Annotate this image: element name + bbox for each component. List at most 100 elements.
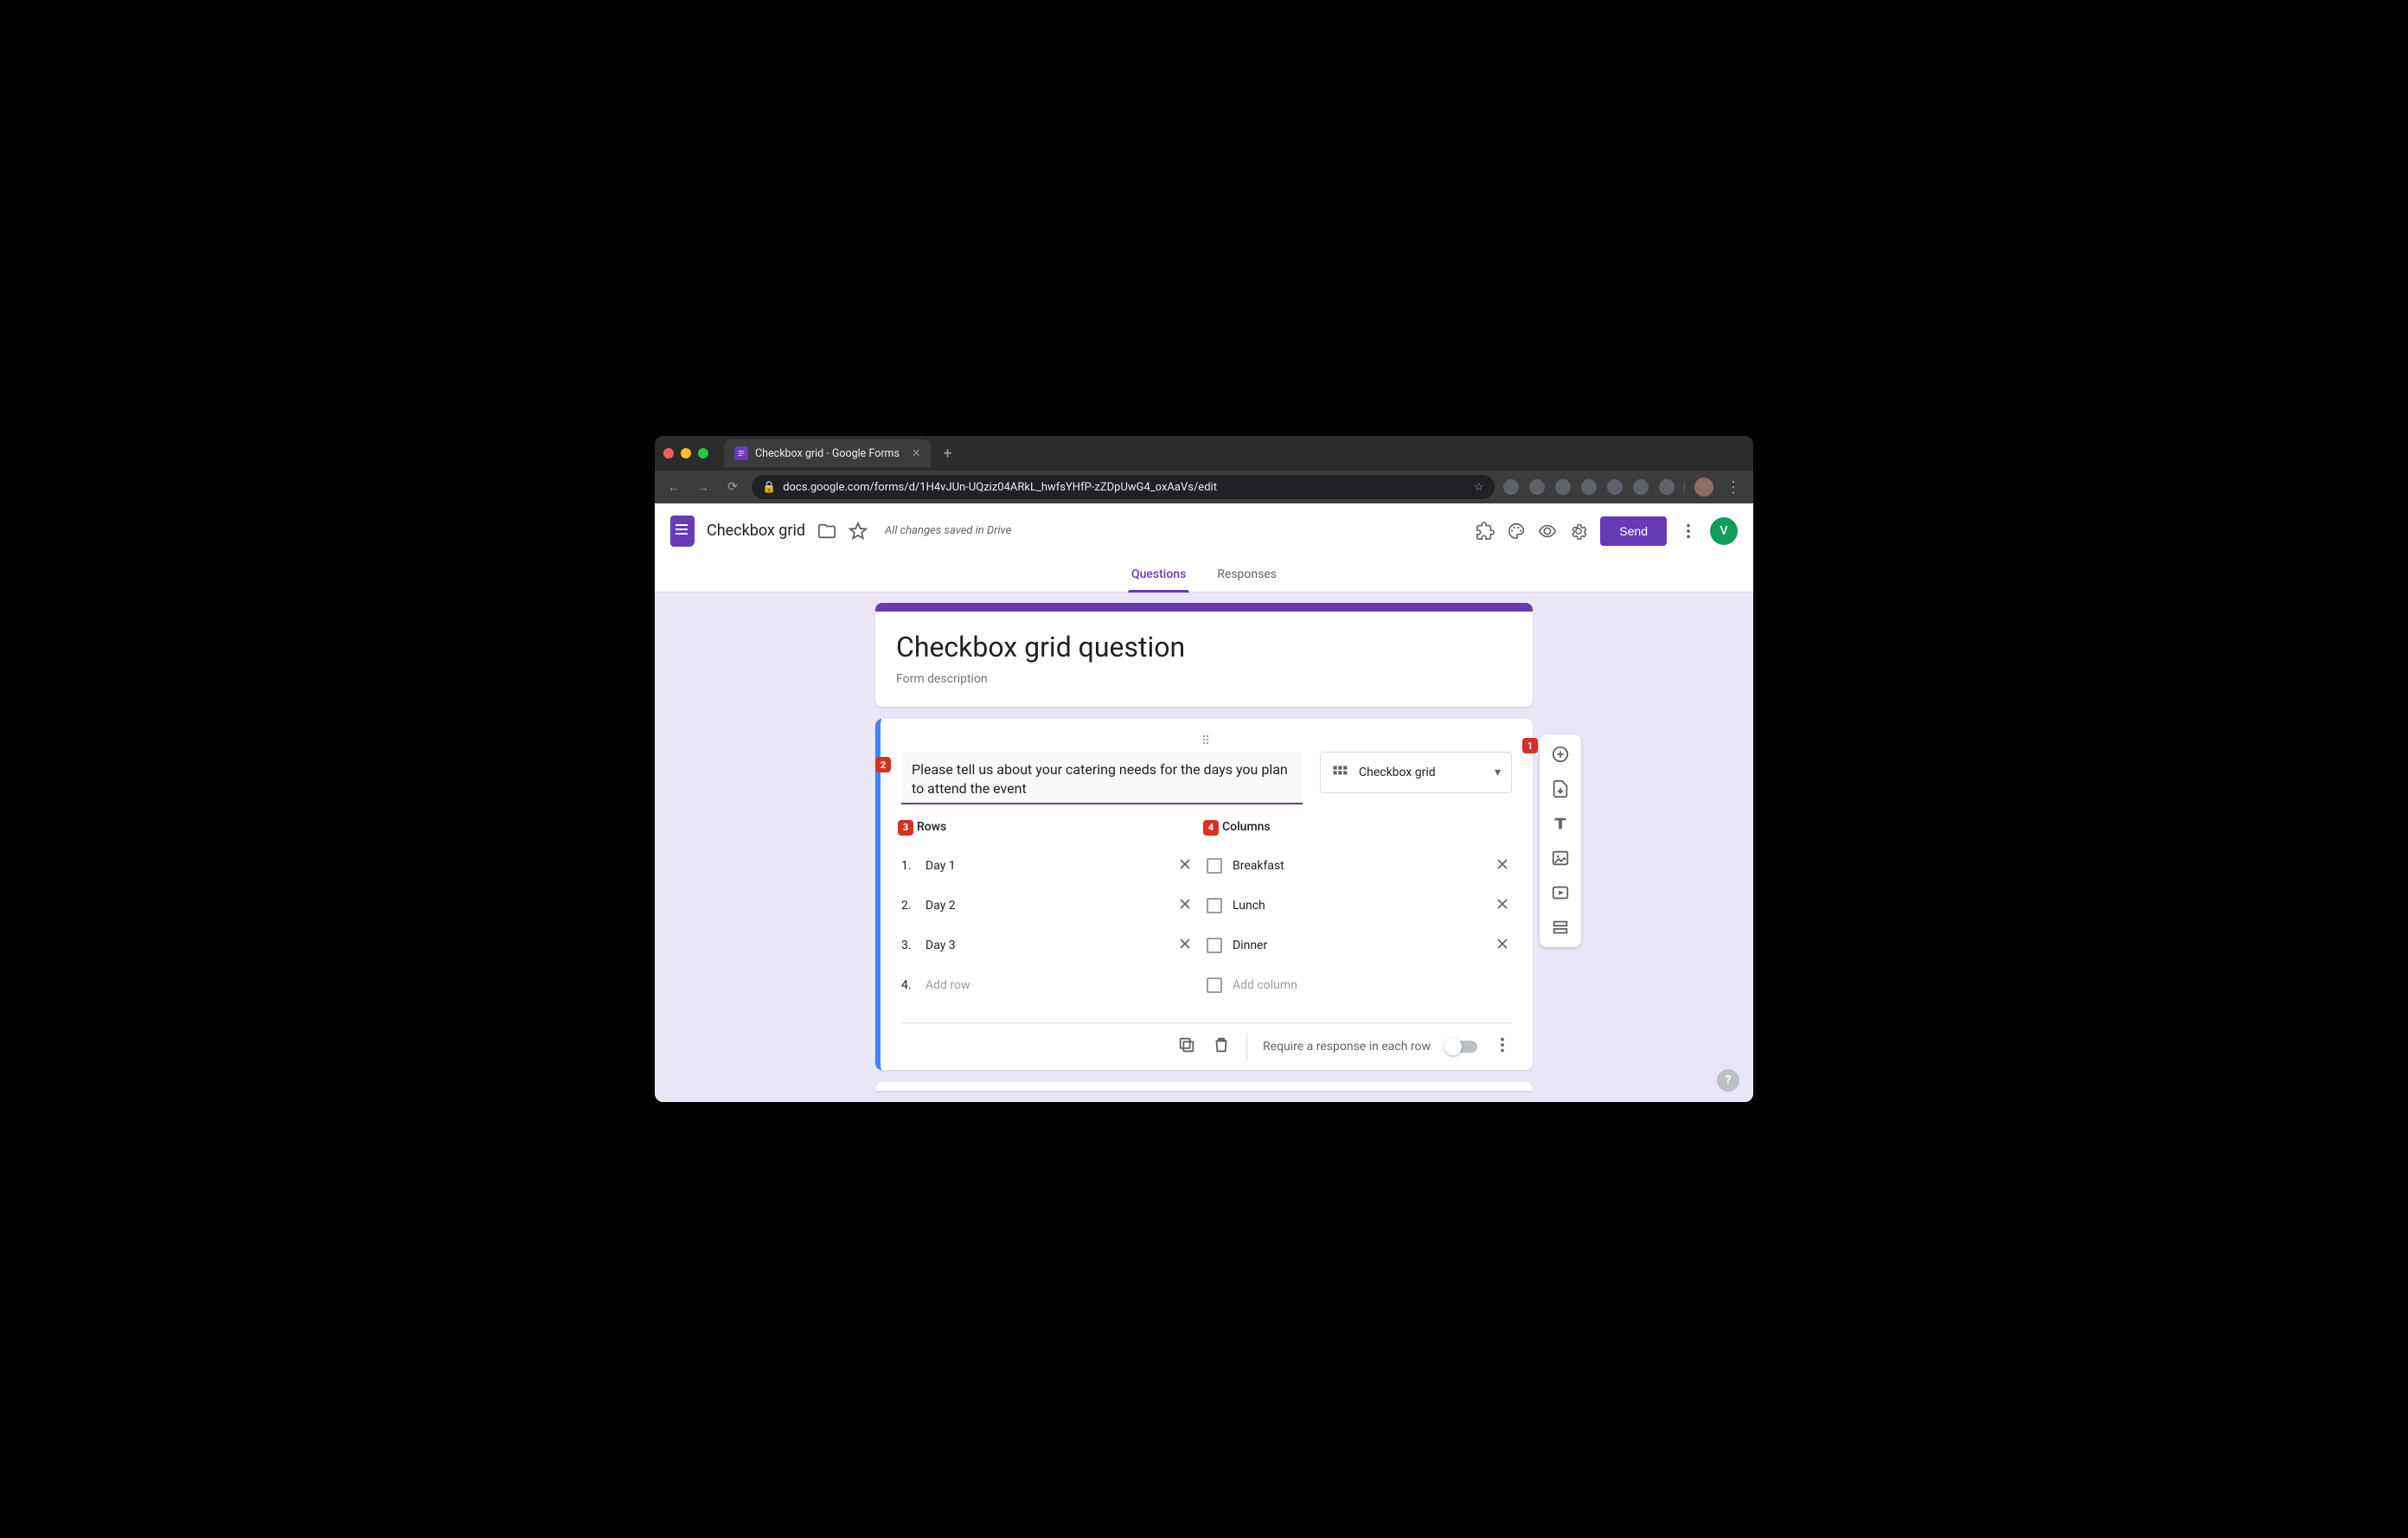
add-video-icon[interactable] <box>1551 883 1570 902</box>
checkbox-icon <box>1207 858 1222 874</box>
duplicate-icon[interactable] <box>1177 1035 1196 1058</box>
back-button[interactable]: ← <box>663 480 684 495</box>
add-row-label: Add row <box>925 978 1167 992</box>
add-column[interactable]: Add column <box>1207 965 1512 1005</box>
form-header-card[interactable]: Checkbox grid question Form description <box>875 603 1533 707</box>
move-to-folder-icon[interactable] <box>817 522 836 541</box>
send-button[interactable]: Send <box>1600 516 1667 546</box>
palette-icon[interactable] <box>1507 522 1526 541</box>
profile-avatar[interactable] <box>1694 477 1713 497</box>
bookmark-star-icon[interactable]: ☆ <box>1474 481 1484 494</box>
settings-gear-icon[interactable] <box>1569 522 1588 541</box>
lock-icon: 🔒 <box>762 481 776 494</box>
question-type-label: Checkbox grid <box>1359 766 1436 779</box>
tab-responses[interactable]: Responses <box>1214 559 1280 592</box>
question-type-dropdown[interactable]: Checkbox grid ▾ <box>1320 752 1512 793</box>
row-number: 2. <box>901 899 917 913</box>
row-label[interactable]: Day 3 <box>925 939 1167 952</box>
save-status: All changes saved in Drive <box>885 524 1011 537</box>
form-canvas: Checkbox grid question Form description … <box>655 593 1753 1102</box>
tab-questions[interactable]: Questions <box>1128 559 1189 592</box>
checkbox-icon <box>1207 898 1222 913</box>
drag-handle-icon[interactable]: ⠿ <box>901 734 1512 748</box>
preview-icon[interactable] <box>1538 522 1557 541</box>
column-label[interactable]: Breakfast <box>1233 859 1483 873</box>
forward-button[interactable]: → <box>693 480 714 495</box>
extension-icon[interactable] <box>1529 479 1545 495</box>
extension-icon[interactable] <box>1555 479 1571 495</box>
row-number: 1. <box>901 859 917 873</box>
question-footer: Require a response in each row <box>901 1022 1512 1070</box>
extension-icon[interactable] <box>1581 479 1597 495</box>
dropdown-caret-icon: ▾ <box>1495 766 1501 779</box>
tab-title: Checkbox grid - Google Forms <box>755 447 900 460</box>
extension-icon[interactable] <box>1659 479 1675 495</box>
browser-menu-icon[interactable]: ⋮ <box>1722 478 1745 497</box>
close-tab-icon[interactable]: ✕ <box>912 446 920 460</box>
rows-column: 3 Rows 1. Day 1 2. Day 2 <box>901 820 1207 1005</box>
row-label[interactable]: Day 1 <box>925 859 1167 873</box>
column-label[interactable]: Dinner <box>1233 939 1483 952</box>
account-avatar[interactable]: V <box>1710 517 1738 545</box>
grid-editor: 3 Rows 1. Day 1 2. Day 2 <box>901 820 1512 1005</box>
document-title[interactable]: Checkbox grid <box>707 522 805 540</box>
annotation-badge-4: 4 <box>1203 820 1219 836</box>
window-controls <box>663 448 708 458</box>
next-card-peek <box>875 1082 1533 1091</box>
star-icon[interactable] <box>849 522 868 541</box>
delete-icon[interactable] <box>1212 1035 1231 1058</box>
remove-column-icon[interactable] <box>1493 895 1512 916</box>
add-title-icon[interactable] <box>1551 814 1570 833</box>
question-text[interactable]: Please tell us about your catering needs… <box>912 760 1292 799</box>
divider <box>1246 1034 1247 1060</box>
question-text-field[interactable]: 2 Please tell us about your catering nee… <box>901 752 1303 804</box>
add-section-icon[interactable] <box>1551 918 1570 937</box>
add-image-icon[interactable] <box>1551 849 1570 868</box>
remove-column-icon[interactable] <box>1493 856 1512 876</box>
form-title[interactable]: Checkbox grid question <box>896 631 1512 663</box>
address-bar[interactable]: 🔒 docs.google.com/forms/d/1H4vJUn-UQziz0… <box>752 475 1495 499</box>
columns-heading: 4 Columns <box>1222 820 1271 834</box>
column-item: Breakfast <box>1207 846 1512 886</box>
require-response-toggle[interactable] <box>1446 1041 1477 1053</box>
add-column-label: Add column <box>1233 978 1512 992</box>
addons-icon[interactable] <box>1476 522 1495 541</box>
remove-row-icon[interactable] <box>1175 856 1194 876</box>
row-item: 3. Day 3 <box>901 926 1207 965</box>
question-more-icon[interactable] <box>1493 1035 1512 1058</box>
extension-icon[interactable] <box>1503 479 1519 495</box>
remove-row-icon[interactable] <box>1175 935 1194 956</box>
annotation-badge-3: 3 <box>898 820 913 836</box>
url-text: docs.google.com/forms/d/1H4vJUn-UQziz04A… <box>783 481 1217 494</box>
form-description[interactable]: Form description <box>896 672 1512 686</box>
side-toolbar: 1 <box>1540 734 1581 947</box>
import-questions-icon[interactable] <box>1551 779 1570 798</box>
new-tab-button[interactable]: + <box>943 445 951 463</box>
help-button[interactable]: ? <box>1717 1069 1739 1092</box>
column-label[interactable]: Lunch <box>1233 899 1483 913</box>
add-question-icon[interactable] <box>1551 745 1570 764</box>
question-card[interactable]: ⠿ 2 Please tell us about your catering n… <box>875 719 1533 1070</box>
forms-logo-icon[interactable] <box>670 516 695 547</box>
column-item: Lunch <box>1207 886 1512 926</box>
row-label[interactable]: Day 2 <box>925 899 1167 913</box>
row-number: 3. <box>901 939 917 952</box>
browser-toolbar: ← → ⟳ 🔒 docs.google.com/forms/d/1H4vJUn-… <box>655 471 1753 503</box>
more-menu-icon[interactable] <box>1679 522 1698 541</box>
browser-tab[interactable]: Checkbox grid - Google Forms ✕ <box>724 439 931 467</box>
add-row[interactable]: 4. Add row <box>901 965 1207 1005</box>
forms-app: Checkbox grid All changes saved in Drive… <box>655 503 1753 1102</box>
browser-window: Checkbox grid - Google Forms ✕ + ← → ⟳ 🔒… <box>655 436 1753 1102</box>
row-item: 2. Day 2 <box>901 886 1207 926</box>
extension-icon[interactable] <box>1633 479 1649 495</box>
remove-row-icon[interactable] <box>1175 895 1194 916</box>
remove-column-icon[interactable] <box>1493 935 1512 956</box>
close-window-button[interactable] <box>663 448 674 458</box>
row-number: 4. <box>901 978 917 992</box>
extension-icon[interactable] <box>1607 479 1623 495</box>
maximize-window-button[interactable] <box>698 448 708 458</box>
reload-button[interactable]: ⟳ <box>722 480 743 494</box>
minimize-window-button[interactable] <box>681 448 691 458</box>
annotation-badge-2: 2 <box>875 757 891 772</box>
row-item: 1. Day 1 <box>901 846 1207 886</box>
